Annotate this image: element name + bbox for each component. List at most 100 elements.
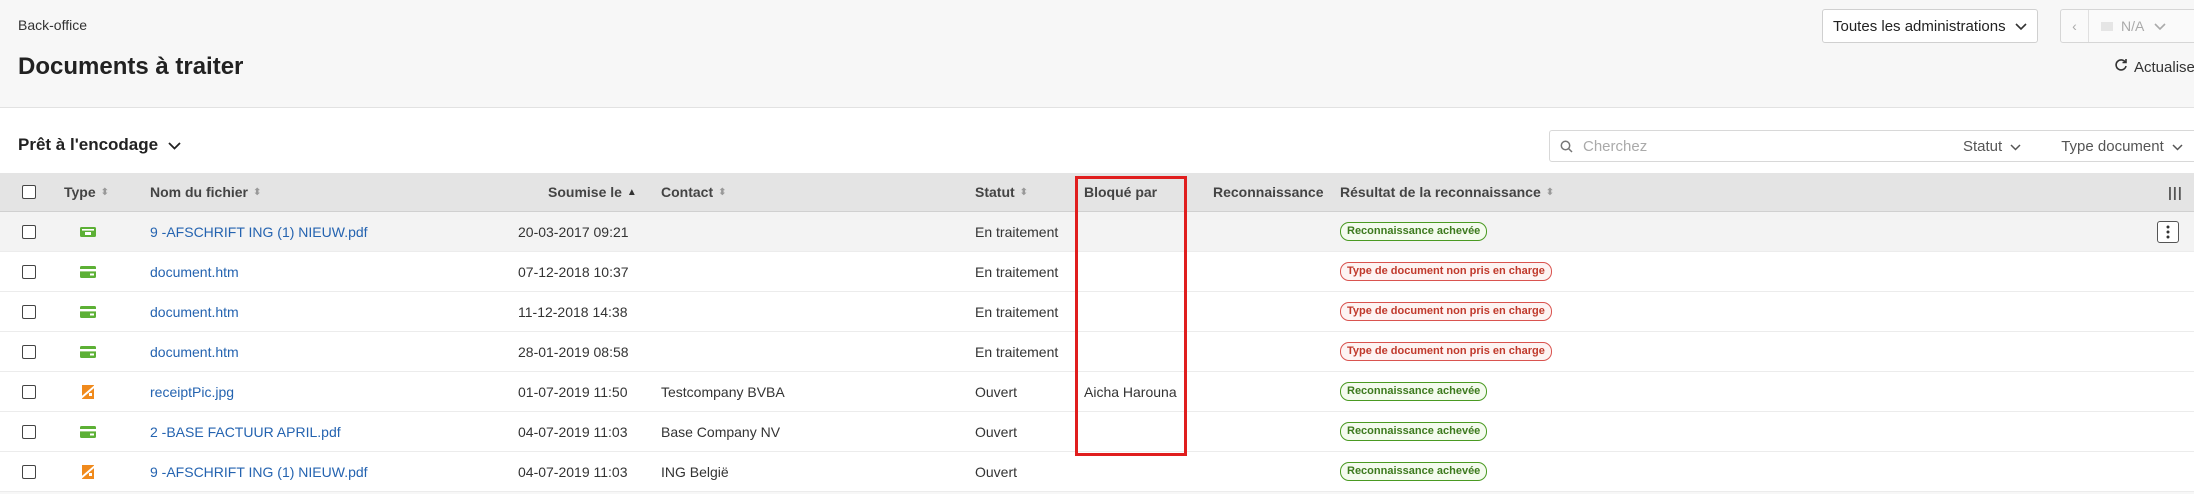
bank-card-icon bbox=[79, 252, 97, 291]
filename-link[interactable]: 9 -AFSCHRIFT ING (1) NIEUW.pdf bbox=[150, 212, 368, 251]
type-filter-dropdown[interactable]: Type document bbox=[2061, 138, 2183, 155]
col-blocked-by[interactable]: Bloqué par bbox=[1084, 173, 1157, 211]
invoice-icon bbox=[79, 212, 97, 251]
contact-name: Testcompany BVBA bbox=[661, 383, 785, 400]
sort-icon: ⬍ bbox=[100, 186, 110, 198]
sort-icon: ⬍ bbox=[718, 186, 727, 198]
pager-prev-button[interactable]: ‹ bbox=[2061, 10, 2089, 42]
status-text: Ouvert bbox=[975, 423, 1018, 440]
status-badge: Type de document non pris en charge bbox=[1340, 342, 1552, 361]
col-type-label: Type bbox=[64, 184, 96, 200]
row-checkbox[interactable] bbox=[22, 372, 36, 411]
status-text: Ouvert bbox=[975, 463, 1018, 480]
row-checkbox[interactable] bbox=[22, 252, 36, 291]
table-row[interactable]: 2 -BASE FACTUUR APRIL.pdf 04-07-2019 11:0… bbox=[0, 412, 2194, 452]
status-text: Ouvert bbox=[975, 383, 1018, 400]
chevron-down-icon bbox=[2010, 138, 2021, 155]
status-filter-dropdown[interactable]: Statut bbox=[1963, 138, 2021, 155]
list-toolbar: Prêt à l'encodage Cherchez Statut Type d… bbox=[0, 108, 2194, 173]
type-filter-label: Type document bbox=[2061, 137, 2164, 155]
col-type[interactable]: Type ⬍ bbox=[64, 173, 109, 211]
receipt-icon bbox=[79, 452, 97, 491]
col-status[interactable]: Statut ⬍ bbox=[975, 173, 1028, 211]
chevron-down-icon bbox=[168, 135, 181, 155]
sort-icon: ⬍ bbox=[253, 186, 262, 198]
status-text: En traitement bbox=[975, 223, 1059, 240]
status-text: En traitement bbox=[975, 303, 1059, 320]
col-recognition[interactable]: Reconnaissance bbox=[1213, 173, 1324, 211]
search-input[interactable]: Cherchez bbox=[1583, 138, 1963, 155]
recognition-result: Type de document non pris en charge bbox=[1340, 332, 1552, 371]
filename-link[interactable]: receiptPic.jpg bbox=[150, 372, 234, 411]
table-row[interactable]: 9 -AFSCHRIFT ING (1) NIEUW.pdf 20-03-2017… bbox=[0, 212, 2194, 252]
recognition-result: Type de document non pris en charge bbox=[1340, 252, 1552, 291]
filename-link[interactable]: document.htm bbox=[150, 332, 239, 371]
contact-name: ING België bbox=[661, 463, 729, 480]
administration-select-label: Toutes les administrations bbox=[1833, 17, 2006, 35]
bank-card-icon bbox=[79, 412, 97, 451]
row-checkbox[interactable] bbox=[22, 412, 36, 451]
table-row[interactable]: receiptPic.jpg 01-07-2019 11:50 Testcompan… bbox=[0, 372, 2194, 412]
recognition-result: Reconnaissance achevée bbox=[1340, 452, 1488, 491]
col-recognition-result-label: Résultat de la reconnaissance bbox=[1340, 184, 1541, 200]
status-filter-label: Statut bbox=[1963, 137, 2003, 155]
col-contact-label: Contact bbox=[661, 184, 714, 200]
search-icon bbox=[1560, 140, 1573, 153]
col-filename[interactable]: Nom du fichier ⬍ bbox=[150, 173, 261, 211]
bank-card-icon bbox=[79, 332, 97, 371]
page-header: Back-office Documents à traiter Toutes l… bbox=[0, 0, 2194, 108]
recognition-result: Type de document non pris en charge bbox=[1340, 292, 1552, 331]
col-contact[interactable]: Contact ⬍ bbox=[661, 173, 727, 211]
refresh-icon bbox=[2114, 58, 2128, 76]
refresh-button[interactable]: Actualiser bbox=[2114, 58, 2194, 76]
status-badge: Reconnaissance achevée bbox=[1340, 222, 1488, 241]
view-filter-dropdown[interactable]: Prêt à l'encodage bbox=[18, 135, 181, 155]
pager[interactable]: ‹ N/A bbox=[2060, 9, 2194, 43]
submitted-date: 01-07-2019 11:50 bbox=[518, 383, 628, 400]
sort-icon: ⬍ bbox=[1545, 186, 1555, 198]
chevron-down-icon bbox=[2172, 138, 2183, 155]
col-filename-label: Nom du fichier bbox=[150, 184, 249, 200]
flag-icon bbox=[2101, 21, 2113, 31]
sort-asc-icon: ▲ bbox=[626, 186, 637, 198]
select-all-checkbox[interactable] bbox=[22, 173, 36, 211]
col-submitted[interactable]: Soumise le ▲ bbox=[548, 173, 637, 211]
status-badge: Reconnaissance achevée bbox=[1340, 462, 1488, 481]
row-checkbox[interactable] bbox=[22, 332, 36, 371]
filename-link[interactable]: 9 -AFSCHRIFT ING (1) NIEUW.pdf bbox=[150, 452, 368, 491]
status-badge: Reconnaissance achevée bbox=[1340, 382, 1488, 401]
table-header: Type ⬍ Nom du fichier ⬍ Soumise le ▲ Contac… bbox=[0, 173, 2194, 212]
filename-link[interactable]: document.htm bbox=[150, 252, 239, 291]
table-row[interactable]: 9 -AFSCHRIFT ING (1) NIEUW.pdf 04-07-2019… bbox=[0, 452, 2194, 492]
sort-icon: ⬍ bbox=[1019, 186, 1029, 198]
col-submitted-label: Soumise le bbox=[548, 184, 622, 200]
administration-select[interactable]: Toutes les administrations bbox=[1822, 9, 2038, 43]
filename-link[interactable]: document.htm bbox=[150, 292, 239, 331]
recognition-result: Reconnaissance achevée bbox=[1340, 412, 1488, 451]
contact-name: Base Company NV bbox=[661, 423, 781, 440]
submitted-date: 11-12-2018 14:38 bbox=[518, 303, 628, 320]
recognition-result: Reconnaissance achevée bbox=[1340, 372, 1488, 411]
chevron-down-icon bbox=[2015, 18, 2027, 35]
table-row[interactable]: document.htm 28-01-2019 08:58 En traitemen… bbox=[0, 332, 2194, 372]
blocked-by-text: Aicha Harouna bbox=[1084, 383, 1177, 400]
submitted-date: 20-03-2017 09:21 bbox=[518, 223, 629, 240]
receipt-icon bbox=[79, 372, 97, 411]
col-recognition-result[interactable]: Résultat de la reconnaissance ⬍ bbox=[1340, 173, 1554, 211]
table-row[interactable]: document.htm 07-12-2018 10:37 En traitemen… bbox=[0, 252, 2194, 292]
chevron-down-icon[interactable] bbox=[2154, 18, 2166, 34]
refresh-label: Actualiser bbox=[2134, 58, 2194, 76]
bank-card-icon bbox=[79, 292, 97, 331]
submitted-date: 07-12-2018 10:37 bbox=[518, 263, 629, 280]
filename-link[interactable]: 2 -BASE FACTUUR APRIL.pdf bbox=[150, 412, 341, 451]
table-row[interactable]: document.htm 11-12-2018 14:38 En traitemen… bbox=[0, 292, 2194, 332]
column-settings-icon[interactable]: ||| bbox=[2168, 173, 2183, 211]
status-badge: Type de document non pris en charge bbox=[1340, 262, 1552, 281]
submitted-date: 04-07-2019 11:03 bbox=[518, 463, 628, 480]
row-checkbox[interactable] bbox=[22, 452, 36, 491]
row-checkbox[interactable] bbox=[22, 292, 36, 331]
table-body: 9 -AFSCHRIFT ING (1) NIEUW.pdf 20-03-2017… bbox=[0, 212, 2194, 492]
row-checkbox[interactable] bbox=[22, 212, 36, 251]
row-menu-button[interactable] bbox=[2157, 212, 2179, 251]
breadcrumb[interactable]: Back-office bbox=[18, 17, 87, 33]
